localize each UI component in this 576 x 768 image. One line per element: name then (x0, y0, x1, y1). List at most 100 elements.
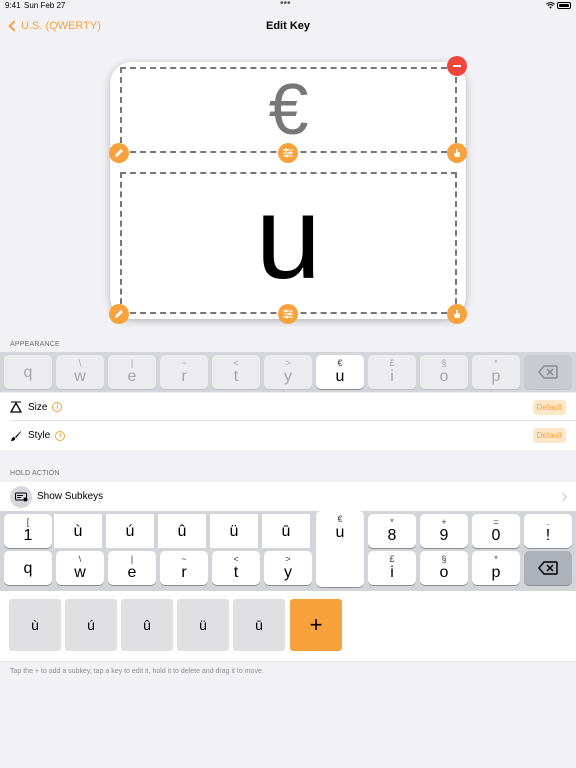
key-popup-anchor[interactable]: € u (316, 511, 364, 587)
key-secondary-label: \ (78, 554, 82, 564)
add-subkey-button[interactable]: + (290, 599, 342, 651)
key-primary-label: o (439, 564, 449, 581)
key-secondary-label: £ (389, 554, 395, 564)
key-secondary-label: . (546, 517, 550, 527)
keyboard-key-r[interactable]: ~ r (160, 551, 208, 585)
keyboard-backspace-key[interactable] (524, 551, 572, 585)
key-primary-label: y (284, 368, 292, 385)
subkey-tile[interactable]: ù (9, 599, 61, 651)
hand-tap-icon (454, 309, 460, 318)
keyboard-key-w[interactable]: \ w (56, 551, 104, 585)
key-secondary-label: | (130, 358, 134, 368)
keyboard-key-t[interactable]: < t (212, 551, 260, 585)
chevron-left-icon (8, 20, 20, 32)
keyboard-key-q[interactable]: q (4, 551, 52, 585)
appearance-key-i[interactable]: £ i (368, 355, 416, 389)
keyboard-key-1[interactable]: ù (54, 514, 102, 548)
size-info-icon[interactable]: i (52, 402, 63, 412)
multitask-dots[interactable]: ••• (280, 0, 291, 9)
appearance-key-o[interactable]: § o (420, 355, 468, 389)
appearance-key-q[interactable]: q (4, 355, 52, 389)
back-button[interactable]: U.S. (QWERTY) (6, 18, 101, 34)
key-secondary-label: [ (26, 517, 30, 527)
sliders-icon (283, 309, 293, 319)
subkey-tile[interactable]: ú (65, 599, 117, 651)
top-pencil-handle[interactable] (109, 143, 129, 163)
key-primary-label: 1 (23, 527, 33, 544)
size-label: Size (28, 401, 48, 413)
top-label-glyph: € (268, 70, 309, 150)
keyboard-key-3[interactable]: û (158, 514, 206, 548)
keyboard-key-0[interactable]: [1 (4, 514, 52, 548)
keyboard-key-p[interactable]: * p (472, 551, 520, 585)
key-primary-label: ú (125, 522, 135, 540)
keyboard-key-i[interactable]: £ i (368, 551, 416, 585)
keyboard-key-10[interactable]: .! (524, 514, 572, 548)
bottom-pencil-handle[interactable] (109, 304, 129, 324)
keyboard-key-9[interactable]: = 0 (472, 514, 520, 548)
key-primary-label: u (335, 524, 345, 541)
appearance-key-u[interactable]: € u (316, 355, 364, 389)
bottom-sliders-handle[interactable] (278, 304, 298, 324)
key-secondary-label: * (390, 517, 394, 527)
subkeys-icon (10, 485, 32, 508)
key-primary-label: r (181, 564, 187, 581)
sliders-icon (283, 148, 293, 158)
key-primary-label: p (491, 564, 501, 581)
show-subkeys-row[interactable]: Show Subkeys (0, 482, 576, 511)
key-primary-label: ü (229, 522, 239, 540)
appearance-key-r[interactable]: ~ r (160, 355, 208, 389)
keyboard-key-4[interactable]: ü (210, 514, 258, 548)
size-value-badge[interactable]: Default (532, 399, 566, 415)
key-primary-label: 9 (439, 527, 449, 544)
keyboard-key-y[interactable]: > y (264, 551, 312, 585)
appearance-header: APPEARANCE (10, 341, 60, 348)
keyboard-key-5[interactable]: ū (262, 514, 310, 548)
main-label-glyph: u (255, 172, 322, 304)
key-primary-label: e (127, 564, 137, 581)
key-primary-label: 8 (387, 527, 397, 544)
keyboard-key-2[interactable]: ú (106, 514, 154, 548)
style-info-icon[interactable]: i (55, 430, 66, 441)
key-secondary-label: \ (78, 358, 82, 368)
key-secondary-label: < (233, 554, 239, 564)
bottom-gesture-handle[interactable] (447, 304, 467, 324)
key-primary-label: û (177, 522, 187, 540)
key-primary-label: p (491, 368, 501, 385)
appearance-key-p[interactable]: * p (472, 355, 520, 389)
appearance-key-t[interactable]: < t (212, 355, 260, 389)
size-icon (10, 401, 22, 413)
remove-label-button[interactable] (447, 56, 467, 76)
minus-icon (453, 65, 461, 67)
appearance-key-e[interactable]: | e (108, 355, 156, 389)
wifi-icon (546, 2, 555, 9)
footnote: Tap the + to add a subkey, tap a key to … (10, 668, 264, 675)
size-row[interactable]: Size i Default (0, 393, 576, 421)
keyboard-key-7[interactable]: * 8 (368, 514, 416, 548)
key-secondary-label: = (493, 517, 499, 527)
key-primary-label: q (23, 559, 33, 577)
top-sliders-handle[interactable] (278, 143, 298, 163)
key-secondary-label: € (337, 514, 343, 524)
appearance-backspace-key[interactable] (524, 355, 572, 389)
subkey-tile[interactable]: û (121, 599, 173, 651)
appearance-key-y[interactable]: > y (264, 355, 312, 389)
battery-icon (557, 2, 571, 9)
style-row[interactable]: Style i Default (0, 421, 576, 450)
status-bar: 9:41 Sun Feb 27 ••• (0, 0, 576, 12)
style-value-badge[interactable]: Default (532, 428, 566, 443)
keyboard-key-e[interactable]: | e (108, 551, 156, 585)
key-primary-label: t (233, 368, 239, 385)
backspace-icon (538, 365, 558, 379)
appearance-key-w[interactable]: \ w (56, 355, 104, 389)
top-gesture-handle[interactable] (447, 143, 467, 163)
key-primary-label: t (233, 564, 239, 581)
key-primary-label: o (439, 368, 449, 385)
keyboard-key-8[interactable]: +9 (420, 514, 468, 548)
subkey-tile[interactable]: ü (177, 599, 229, 651)
keyboard-key-o[interactable]: § o (420, 551, 468, 585)
subkey-tile[interactable]: ū (233, 599, 285, 651)
key-secondary-label: | (130, 554, 134, 564)
key-secondary-label: § (441, 358, 447, 368)
key-primary-label: ù (73, 522, 83, 540)
